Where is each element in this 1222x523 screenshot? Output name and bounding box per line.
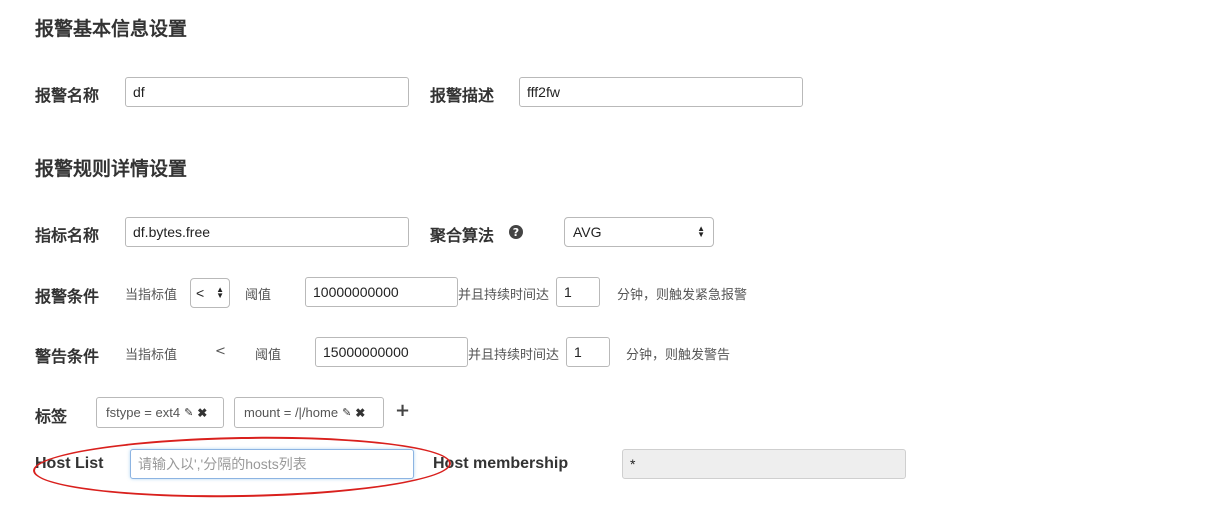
host-membership-label: Host membership <box>433 455 569 472</box>
close-icon[interactable]: ✖ <box>197 406 207 420</box>
alarm-desc-input[interactable] <box>519 77 803 107</box>
alarm-threshold-input[interactable] <box>305 277 458 307</box>
select-arrows-icon: ▲ ▼ <box>697 224 705 239</box>
question-circle-icon[interactable]: ? <box>509 225 523 239</box>
warning-duration-input[interactable] <box>566 337 610 367</box>
warning-duration-text: 并且持续时间达 <box>468 348 560 363</box>
host-list-label: Host List <box>35 455 104 472</box>
alarm-name-input[interactable] <box>125 77 409 107</box>
tag-chip[interactable]: mount = /|/home ✎ ✖ <box>234 397 384 428</box>
alarm-operator-select[interactable]: < ▲ ▼ <box>190 278 230 308</box>
alarm-desc-label: 报警描述 <box>430 86 495 105</box>
warning-threshold-label: 阈值 <box>255 348 282 363</box>
aggregation-select[interactable]: AVG ▲ ▼ <box>564 217 714 247</box>
warning-suffix-text: 分钟，则触发警告 <box>626 348 731 363</box>
close-icon[interactable]: ✖ <box>355 406 365 420</box>
select-arrows-icon: ▲ ▼ <box>216 285 224 300</box>
tag-chip[interactable]: fstype = ext4 ✎ ✖ <box>96 397 224 428</box>
alarm-operator-value: < <box>196 285 205 301</box>
pencil-icon[interactable]: ✎ <box>342 406 351 419</box>
warning-when-metric: 当指标值 <box>125 348 178 363</box>
alarm-suffix-text: 分钟，则触发紧急报警 <box>617 288 748 303</box>
plus-icon[interactable]: + <box>395 400 410 421</box>
metric-input[interactable] <box>125 217 409 247</box>
tags-label: 标签 <box>35 407 68 426</box>
section-title-basic: 报警基本信息设置 <box>35 18 188 40</box>
host-membership-input <box>622 449 906 479</box>
pencil-icon[interactable]: ✎ <box>184 406 193 419</box>
alarm-duration-text: 并且持续时间达 <box>458 288 550 303</box>
alarm-name-label: 报警名称 <box>35 86 100 105</box>
warning-operator: < <box>215 344 226 359</box>
alarm-duration-input[interactable] <box>556 277 600 307</box>
alarm-condition-label: 报警条件 <box>35 287 100 306</box>
alarm-when-metric: 当指标值 <box>125 288 178 303</box>
tag-text: fstype = ext4 <box>106 405 181 420</box>
aggregation-label: 聚合算法 <box>430 226 495 245</box>
host-list-input[interactable] <box>130 449 414 479</box>
tag-text: mount = /|/home <box>244 405 339 420</box>
alarm-threshold-label: 阈值 <box>245 288 272 303</box>
metric-label: 指标名称 <box>35 226 100 245</box>
warning-threshold-input[interactable] <box>315 337 468 367</box>
section-title-rules: 报警规则详情设置 <box>35 158 188 180</box>
warning-condition-label: 警告条件 <box>35 347 100 366</box>
aggregation-selected: AVG <box>573 224 602 240</box>
